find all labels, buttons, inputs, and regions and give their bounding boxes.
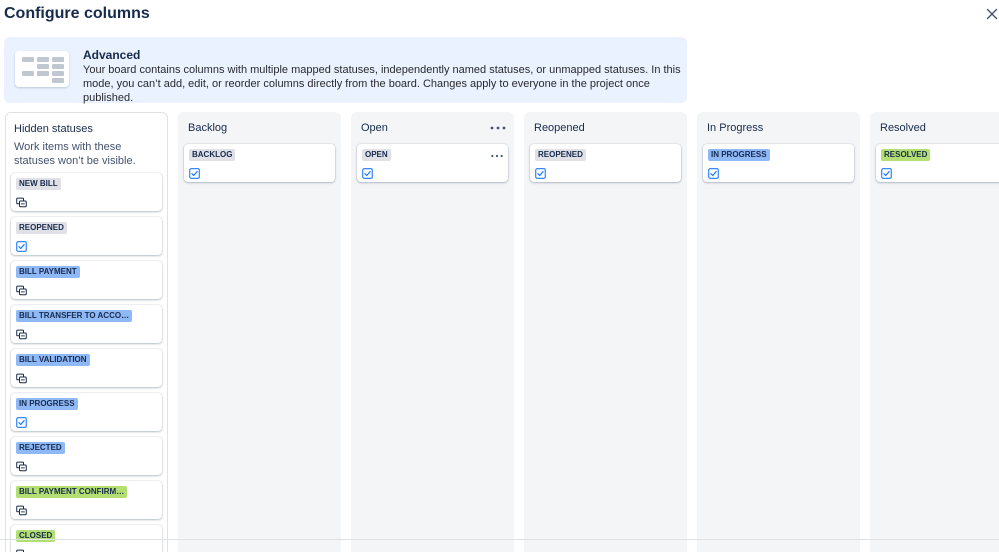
advanced-mode-banner: Advanced Your board contains columns wit… [4, 37, 687, 104]
copy-icon [16, 503, 27, 516]
column-status-card-open[interactable]: OPEN [357, 144, 508, 182]
column-reopened: Reopened REOPENED [524, 112, 687, 552]
hidden-status-card-bill-payment[interactable]: BILL PAYMENT [11, 261, 162, 299]
status-lozenge: BACKLOG [189, 149, 236, 161]
column-title: Open [361, 122, 388, 134]
status-lozenge: BILL VALIDATION [16, 354, 90, 366]
hidden-statuses-title: Hidden statuses [14, 123, 93, 135]
column-title: Resolved [880, 122, 926, 134]
hidden-status-card-rejected[interactable]: REJECTED [11, 437, 162, 475]
hidden-status-card-reopened[interactable]: REOPENED [11, 217, 162, 255]
hidden-status-card-bill-transfer-to-acco[interactable]: BILL TRANSFER TO ACCO… [11, 305, 162, 343]
column-backlog: Backlog BACKLOG [178, 112, 341, 552]
column-resolved: Resolved RESOLVED [870, 112, 999, 552]
status-lozenge: REOPENED [535, 149, 586, 161]
checkbox-icon [708, 166, 719, 179]
status-lozenge: BILL PAYMENT [16, 266, 80, 278]
status-lozenge: RESOLVED [881, 149, 931, 161]
status-lozenge: IN PROGRESS [16, 398, 78, 410]
column-open: Open OPEN [351, 112, 514, 552]
copy-icon [16, 459, 27, 472]
checkbox-icon [535, 166, 546, 179]
column-status-card-backlog[interactable]: BACKLOG [184, 144, 335, 182]
status-lozenge: OPEN [362, 149, 391, 161]
column-title: In Progress [707, 122, 764, 134]
checkbox-icon [16, 415, 27, 428]
status-lozenge: BILL TRANSFER TO ACCO… [16, 310, 133, 322]
hidden-status-card-in-progress[interactable]: IN PROGRESS [11, 393, 162, 431]
column-title: Reopened [534, 122, 585, 134]
close-icon[interactable] [984, 6, 999, 22]
hidden-status-card-new-bill[interactable]: NEW BILL [11, 173, 162, 211]
checkbox-icon [189, 166, 200, 179]
column-in-progress: In Progress IN PROGRESS [697, 112, 860, 552]
footer-divider [0, 539, 999, 540]
checkbox-icon [362, 166, 373, 179]
status-lozenge: REJECTED [16, 442, 65, 454]
board-illustration-icon [15, 51, 69, 87]
copy-icon [16, 283, 27, 296]
hidden-statuses-description: Work items with these statuses won’t be … [14, 141, 136, 167]
copy-icon [16, 327, 27, 340]
banner-heading: Advanced [83, 48, 141, 62]
status-lozenge: NEW BILL [16, 178, 61, 190]
column-title: Backlog [188, 122, 228, 134]
status-lozenge: CLOSED [16, 530, 56, 542]
checkbox-icon [881, 166, 892, 179]
hidden-statuses-panel: Hidden statuses Work items with these st… [5, 112, 168, 552]
banner-description: Your board contains columns with multipl… [83, 64, 681, 104]
checkbox-icon [16, 239, 27, 252]
status-lozenge: REOPENED [16, 222, 67, 234]
status-lozenge: BILL PAYMENT CONFIRM… [16, 486, 128, 498]
column-status-card-in-progress[interactable]: IN PROGRESS [703, 144, 854, 182]
hidden-status-card-bill-payment-confirm[interactable]: BILL PAYMENT CONFIRM… [11, 481, 162, 519]
copy-icon [16, 371, 27, 384]
column-status-card-resolved[interactable]: RESOLVED [876, 144, 999, 182]
column-more-actions-icon[interactable] [489, 121, 507, 133]
copy-icon [16, 195, 27, 208]
copy-icon [16, 547, 27, 552]
status-more-actions-icon[interactable] [490, 148, 504, 158]
status-lozenge: IN PROGRESS [708, 149, 770, 161]
hidden-status-card-bill-validation[interactable]: BILL VALIDATION [11, 349, 162, 387]
modal-header: Configure columns [0, 0, 999, 30]
page-title: Configure columns [4, 5, 150, 22]
column-status-card-reopened[interactable]: REOPENED [530, 144, 681, 182]
